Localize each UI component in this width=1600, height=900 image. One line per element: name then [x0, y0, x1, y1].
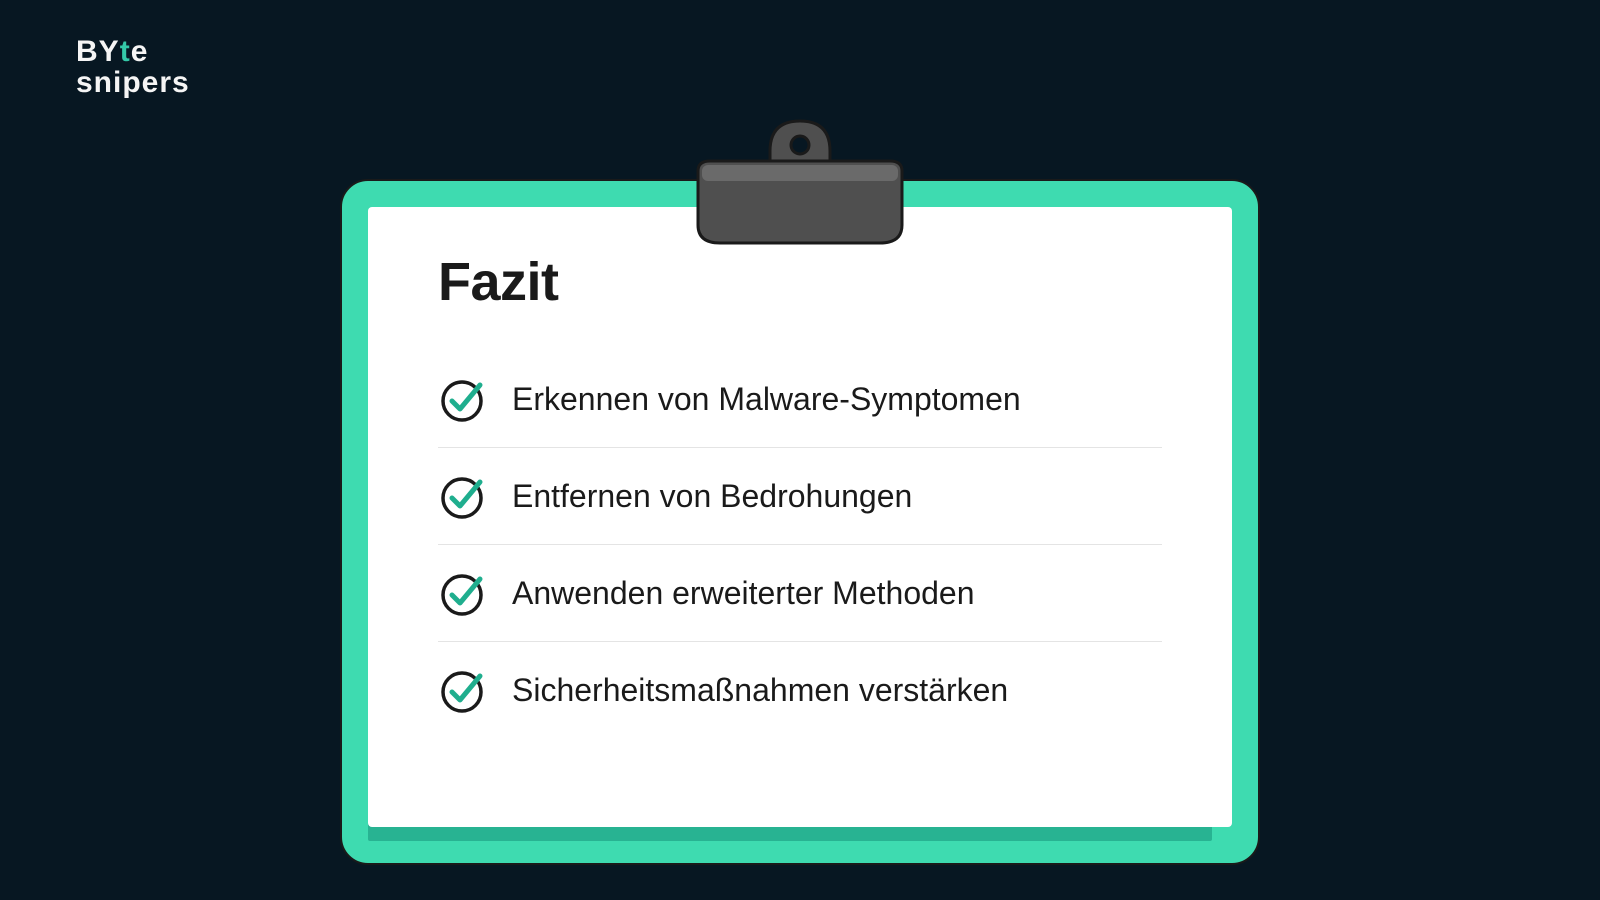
- checkmark-circle-icon: [438, 666, 486, 714]
- clipboard-board: Fazit Erkennen von Malware-Symptomen: [340, 179, 1260, 865]
- checklist-item-label: Entfernen von Bedrohungen: [512, 478, 912, 515]
- checklist: Erkennen von Malware-Symptomen Entfernen…: [438, 351, 1162, 738]
- checklist-item: Anwenden erweiterter Methoden: [438, 545, 1162, 642]
- checkmark-circle-icon: [438, 375, 486, 423]
- logo-text-part: pers: [122, 66, 189, 99]
- logo-text-part: e: [131, 35, 149, 68]
- checklist-item-label: Sicherheitsmaßnahmen verstärken: [512, 672, 1008, 709]
- logo-text-part: sn: [76, 66, 113, 99]
- checklist-item: Erkennen von Malware-Symptomen: [438, 351, 1162, 448]
- checklist-item-label: Anwenden erweiterter Methoden: [512, 575, 975, 612]
- clipboard-paper: Fazit Erkennen von Malware-Symptomen: [368, 207, 1232, 827]
- checklist-item: Entfernen von Bedrohungen: [438, 448, 1162, 545]
- clipboard-clip-icon: [680, 115, 920, 260]
- checkmark-circle-icon: [438, 569, 486, 617]
- logo-text-accent: t: [120, 35, 131, 68]
- checklist-item: Sicherheitsmaßnahmen verstärken: [438, 642, 1162, 738]
- checklist-item-label: Erkennen von Malware-Symptomen: [512, 381, 1021, 418]
- checkmark-circle-icon: [438, 472, 486, 520]
- brand-logo: BYte snipers: [76, 38, 190, 97]
- logo-text-part: BY: [76, 35, 120, 68]
- card-title: Fazit: [438, 251, 1162, 313]
- logo-text-accent: i: [113, 66, 122, 99]
- clipboard: Fazit Erkennen von Malware-Symptomen: [340, 179, 1260, 865]
